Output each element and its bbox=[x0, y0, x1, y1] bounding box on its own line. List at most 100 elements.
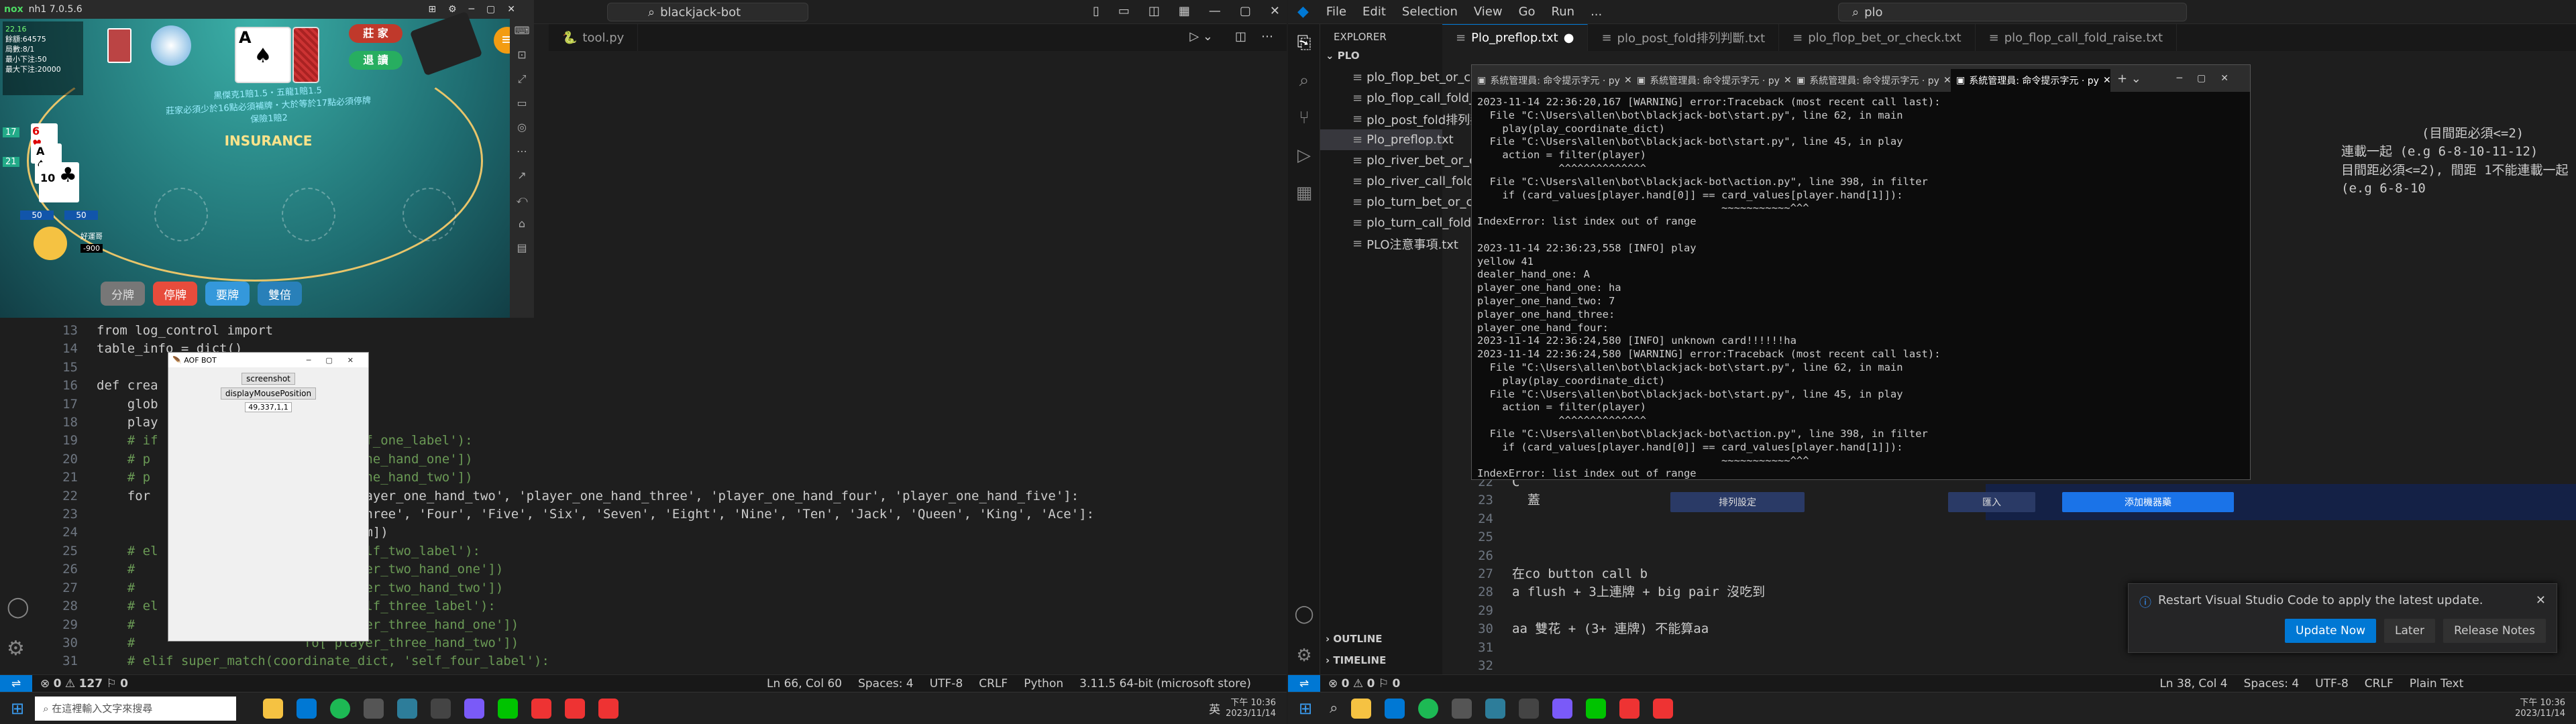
lobby-button[interactable]: 莊 家 bbox=[349, 24, 402, 43]
maximize-icon[interactable]: ▢ bbox=[1240, 4, 1251, 18]
more-actions-icon[interactable]: ⋯ bbox=[1261, 29, 1273, 44]
sidebar-tool-3-icon[interactable]: ⤢ bbox=[510, 67, 534, 91]
display-mouse-position-button[interactable]: displayMousePosition bbox=[220, 387, 317, 400]
encoding-2[interactable]: UTF-8 bbox=[2315, 677, 2349, 690]
right-search-box[interactable]: ⌕ plo bbox=[1838, 3, 2187, 21]
menu-item[interactable]: ... bbox=[1591, 5, 1602, 19]
left-accounts-icon[interactable]: ◯ bbox=[7, 595, 30, 619]
stand-button[interactable]: 停牌 bbox=[153, 282, 197, 306]
editor-tab[interactable]: ≡ plo_flop_call_fold_raise.txt bbox=[1975, 24, 2177, 51]
tab-close-icon[interactable]: ✕ bbox=[1943, 75, 1951, 86]
file-explorer-icon[interactable] bbox=[263, 698, 284, 719]
taskbar-search[interactable]: ⌕ 在這裡輸入文字來搜尋 bbox=[35, 696, 237, 721]
explorer-file[interactable]: ≡ plo_post_fold排列判 bbox=[1320, 109, 1482, 129]
tab-close-icon[interactable]: ✕ bbox=[2103, 75, 2110, 86]
spotify-icon[interactable] bbox=[330, 698, 351, 719]
menu-item[interactable]: Edit bbox=[1362, 5, 1386, 19]
app-icon-2-7[interactable] bbox=[1552, 698, 1573, 719]
eol[interactable]: CRLF bbox=[979, 677, 1008, 690]
app-icon-10[interactable] bbox=[565, 698, 586, 719]
accounts-icon[interactable]: ◯ bbox=[1288, 595, 1320, 633]
later-button[interactable]: Later bbox=[2384, 619, 2436, 643]
app-icon-5[interactable] bbox=[397, 698, 418, 719]
problems-indicator-2[interactable]: ⊗ 0 ⚠ 0 ⚐ 0 bbox=[1328, 677, 1400, 690]
clock[interactable]: 下午 10:36 2023/11/14 bbox=[1226, 698, 1276, 719]
sidebar-tool-2-icon[interactable]: ⊡ bbox=[510, 43, 534, 67]
terminal-tab[interactable]: ▣ 系統管理員: 命令提示字元 · py ✕ bbox=[1951, 69, 2110, 92]
app-icon-11[interactable] bbox=[598, 698, 619, 719]
source-control-icon[interactable]: ⑂ bbox=[1288, 99, 1320, 137]
double-button[interactable]: 雙倍 bbox=[258, 282, 302, 306]
sidebar-tool-6-icon[interactable]: ⋯ bbox=[510, 139, 534, 164]
vscode-taskbar-icon-2[interactable] bbox=[1385, 698, 1405, 719]
editor-tab[interactable]: ≡ Plo_preflop.txt ● bbox=[1442, 24, 1589, 51]
new-tab-icon[interactable]: + ⌄ bbox=[2117, 72, 2141, 86]
explorer-file[interactable]: ≡ plo_turn_call_fold_ bbox=[1320, 213, 1477, 233]
sidebar-tool-8-icon[interactable]: ⤺ bbox=[510, 188, 534, 212]
problems-indicator[interactable]: ⊗ 0 ⚠ 127 ⚐ 0 bbox=[40, 677, 128, 690]
indentation-2[interactable]: Spaces: 4 bbox=[2244, 677, 2300, 690]
explorer-file[interactable]: ≡ plo_turn_bet_or_ch bbox=[1320, 192, 1481, 213]
eol-2[interactable]: CRLF bbox=[2365, 677, 2394, 690]
terminal-tab[interactable]: ▣ 系統管理員: 命令提示字元 · py ✕ bbox=[1472, 69, 1631, 92]
explorer-file[interactable]: ≡ plo_river_call_fold_ bbox=[1320, 171, 1481, 192]
taskbar-search-icon[interactable]: ⌕ bbox=[1330, 700, 1338, 717]
menu-item[interactable]: File bbox=[1326, 5, 1346, 19]
close-icon[interactable]: ✕ bbox=[1270, 4, 1280, 18]
run-debug-icon[interactable]: ▷ bbox=[1288, 137, 1320, 174]
spotify-icon-2[interactable] bbox=[1418, 698, 1439, 719]
menu-item[interactable]: Selection bbox=[1402, 5, 1458, 19]
aof-window-controls[interactable]: ─▢✕ bbox=[307, 356, 368, 365]
exit-button[interactable]: 退 讀 bbox=[349, 51, 402, 70]
tab-close-icon[interactable]: ✕ bbox=[1624, 75, 1631, 86]
app-icon-7[interactable] bbox=[464, 698, 485, 719]
language-mode-2[interactable]: Plain Text bbox=[2410, 677, 2464, 690]
unsaved-dot-icon[interactable]: ● bbox=[1564, 31, 1574, 45]
update-now-button[interactable]: Update Now bbox=[2285, 619, 2377, 643]
terminal-output[interactable]: 2023-11-14 22:36:20,167 [WARNING] error:… bbox=[1472, 92, 2250, 479]
app-icon-6[interactable] bbox=[431, 698, 451, 719]
toast-close-icon[interactable]: ✕ bbox=[2536, 593, 2546, 611]
folder-header[interactable]: ⌄ PLO bbox=[1320, 50, 1442, 67]
tab-tool-py[interactable]: 🐍 tool.py bbox=[549, 24, 639, 51]
windows-start-icon-2[interactable]: ⊞ bbox=[1299, 699, 1312, 718]
ime-indicator[interactable]: 英 bbox=[1209, 700, 1220, 717]
layout-icon-2[interactable]: ▭ bbox=[1118, 4, 1130, 18]
vscode-taskbar-icon[interactable] bbox=[297, 698, 317, 719]
app-icon-9[interactable] bbox=[531, 698, 552, 719]
app-icon-4[interactable] bbox=[364, 698, 384, 719]
timeline-section[interactable]: › TIMELINE bbox=[1326, 654, 1386, 666]
split-editor-icon[interactable]: ◫ bbox=[1235, 29, 1246, 44]
explorer-icon[interactable]: ⎘ bbox=[1288, 24, 1320, 62]
app-icon-2-9[interactable] bbox=[1619, 698, 1640, 719]
windows-start-icon[interactable]: ⊞ bbox=[11, 699, 24, 718]
menu-item[interactable]: Go bbox=[1519, 5, 1536, 19]
explorer-file[interactable]: ≡ plo_river_bet_or_ch bbox=[1320, 150, 1483, 171]
import-button[interactable]: 匯入 bbox=[1948, 492, 2035, 512]
clock-2[interactable]: 下午 10:36 2023/11/14 bbox=[2515, 698, 2565, 719]
sidebar-tool-4-icon[interactable]: ▭ bbox=[510, 91, 534, 115]
remote-icon[interactable]: ⇌ bbox=[0, 674, 32, 692]
explorer-file[interactable]: ≡ plo_flop_bet_or_ch bbox=[1320, 67, 1479, 88]
encoding[interactable]: UTF-8 bbox=[930, 677, 963, 690]
explorer-file[interactable]: ≡ Plo_preflop.txt bbox=[1320, 129, 1454, 150]
file-explorer-icon-2[interactable] bbox=[1351, 698, 1372, 719]
left-search-box[interactable]: ⌕ blackjack-bot bbox=[607, 3, 808, 21]
split-button[interactable]: 分牌 bbox=[101, 282, 145, 306]
menu-item[interactable]: Run bbox=[1552, 5, 1575, 19]
cursor-position[interactable]: Ln 66, Col 60 bbox=[767, 677, 842, 690]
app-icon-8[interactable] bbox=[498, 698, 519, 719]
emulator-controls[interactable]: ⊞⚙─▢✕ bbox=[428, 4, 527, 15]
sidebar-tool-1-icon[interactable]: ⌨ bbox=[510, 19, 534, 43]
language-mode[interactable]: Python bbox=[1024, 677, 1063, 690]
outline-section[interactable]: › OUTLINE bbox=[1326, 633, 1383, 645]
app-icon-2-5[interactable] bbox=[1485, 698, 1506, 719]
screenshot-button[interactable]: screenshot bbox=[241, 373, 295, 385]
editor-tab[interactable]: ≡ plo_flop_bet_or_check.txt bbox=[1779, 24, 1976, 51]
sidebar-tool-10-icon[interactable]: ▤ bbox=[510, 236, 534, 260]
left-settings-icon[interactable]: ⚙ bbox=[7, 637, 25, 660]
arrange-settings-button[interactable]: 排列設定 bbox=[1670, 492, 1805, 512]
tab-close-icon[interactable]: ✕ bbox=[1784, 75, 1791, 86]
search-view-icon[interactable]: ⌕ bbox=[1288, 62, 1320, 99]
release-notes-button[interactable]: Release Notes bbox=[2443, 619, 2546, 643]
